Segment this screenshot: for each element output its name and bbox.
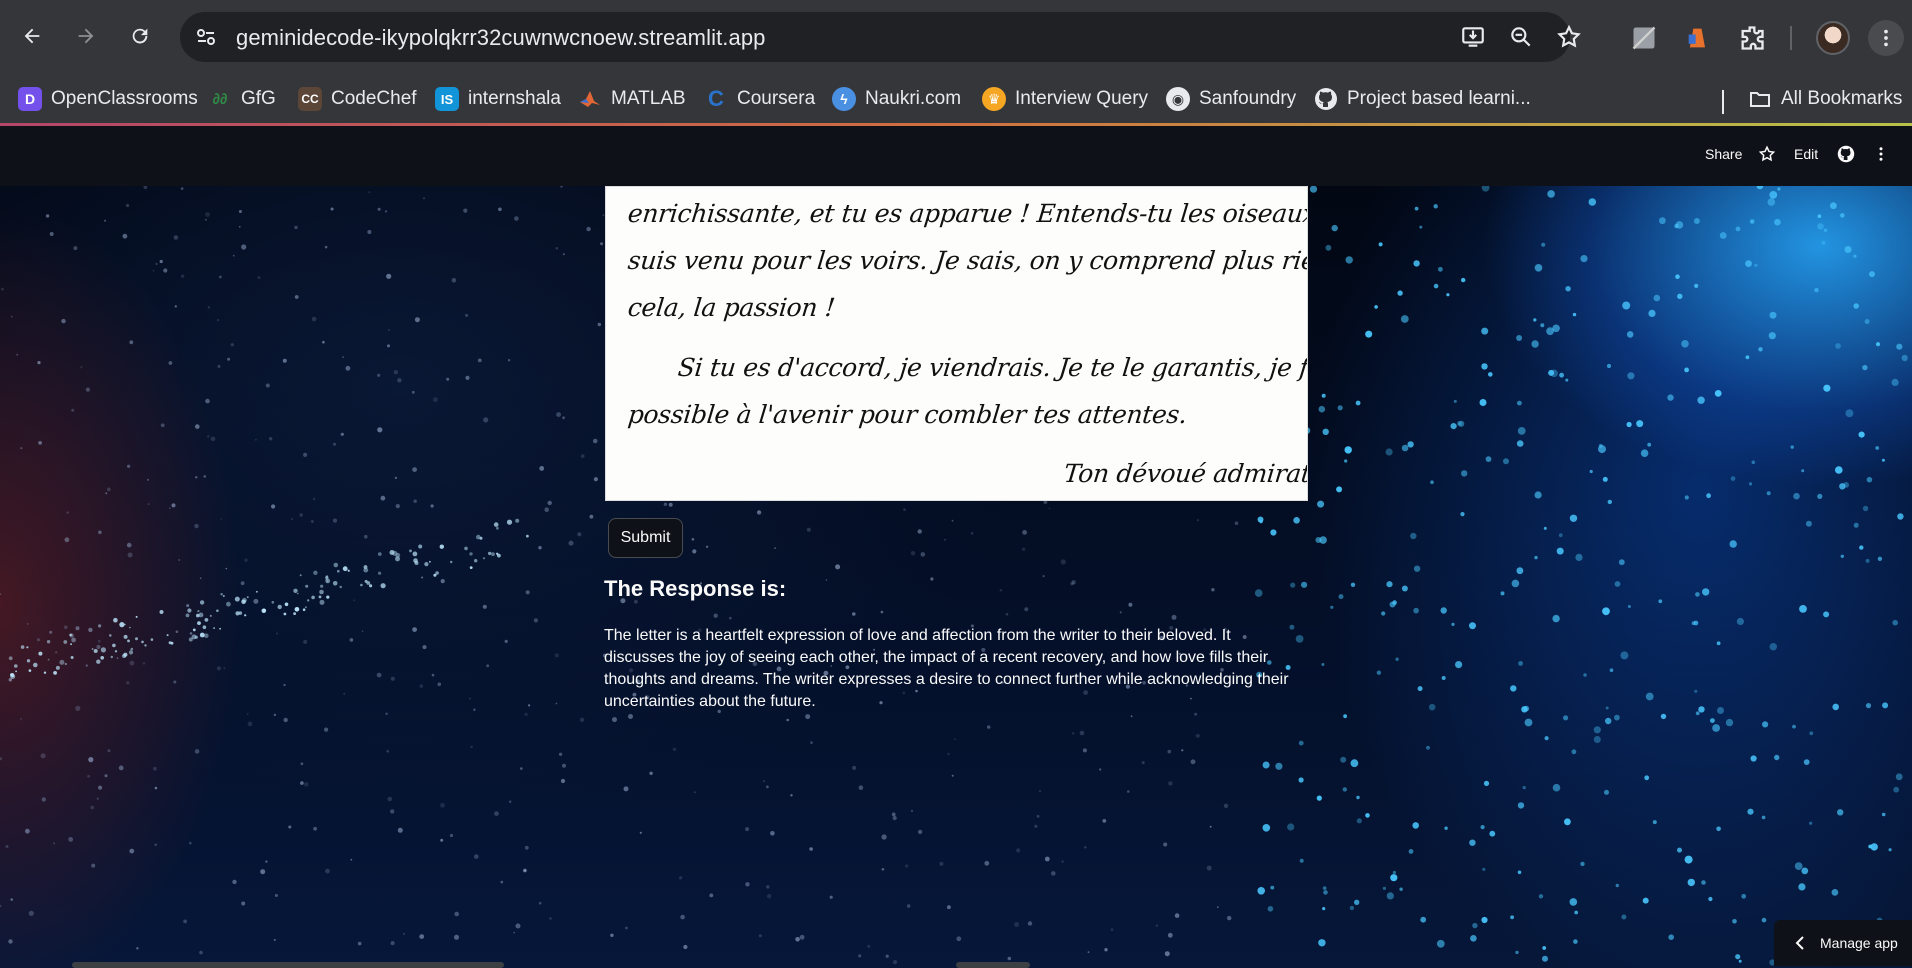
address-bar[interactable]: geminidecode-ikypolqkrr32cuwnwcnoew.stre…: [180, 12, 1581, 62]
back-button[interactable]: [14, 18, 50, 54]
star-icon[interactable]: [1758, 145, 1776, 163]
browser-toolbar: geminidecode-ikypolqkrr32cuwnwcnoew.stre…: [0, 0, 1912, 76]
submit-button[interactable]: Submit: [608, 518, 683, 558]
letter-line: possible à l'avenir pour combler tes att…: [626, 400, 1189, 429]
coursera-icon: C: [708, 86, 724, 111]
internshala-icon: IS: [435, 87, 459, 111]
arrow-left-icon: [24, 28, 40, 44]
bookmark-openclassrooms[interactable]: D OpenClassrooms: [18, 84, 198, 114]
install-app-icon[interactable]: [1460, 24, 1486, 50]
uploaded-letter-image: enrichissante, et tu es apparue ! Entend…: [605, 186, 1308, 501]
bookmark-label: Coursera: [737, 88, 816, 109]
bookmark-star-icon[interactable]: [1556, 24, 1582, 50]
site-info-icon[interactable]: [194, 25, 218, 49]
forward-button[interactable]: [68, 18, 104, 54]
bookmark-coursera[interactable]: C Coursera: [704, 84, 815, 114]
all-bookmarks-button[interactable]: All Bookmarks: [1748, 84, 1902, 114]
bookmarks-bar: D OpenClassrooms ∂∂ GfG CC CodeChef IS i…: [0, 76, 1912, 124]
bookmark-label: Project based learni...: [1347, 88, 1531, 109]
zoom-icon[interactable]: [1508, 24, 1534, 50]
reload-icon: [132, 28, 148, 44]
codechef-icon: CC: [298, 87, 322, 111]
bookmark-label: Naukri.com: [865, 88, 962, 109]
horizontal-scrollbar-thumb[interactable]: [956, 962, 1030, 968]
all-bookmarks-label: All Bookmarks: [1781, 88, 1903, 109]
bookmark-label: GfG: [241, 88, 276, 109]
extension-grey-icon[interactable]: [1630, 24, 1658, 52]
gfg-icon: ∂∂: [212, 90, 228, 108]
bookmark-naukri[interactable]: ϟ Naukri.com: [832, 84, 961, 114]
bookmarks-divider: [1722, 90, 1724, 114]
bookmark-codechef[interactable]: CC CodeChef: [298, 84, 417, 114]
edit-button[interactable]: Edit: [1794, 146, 1818, 162]
bookmark-matlab[interactable]: MATLAB: [578, 84, 686, 114]
reload-button[interactable]: [122, 18, 158, 54]
app-menu-icon[interactable]: [1872, 145, 1890, 163]
github-icon[interactable]: [1837, 145, 1855, 163]
response-heading: The Response is:: [604, 576, 787, 601]
letter-signature: Ton dévoué admirateur...: [1062, 459, 1308, 488]
openclassrooms-icon: D: [18, 87, 42, 111]
arrow-right-icon: [78, 28, 94, 44]
matlab-icon: [580, 91, 600, 107]
bookmark-internshala[interactable]: IS internshala: [435, 84, 561, 114]
response-text: The letter is a heartfelt expression of …: [604, 627, 1289, 710]
streamlit-header: Share Edit: [0, 126, 1912, 186]
bookmark-label: Sanfoundry: [1199, 88, 1297, 109]
bookmark-label: MATLAB: [611, 88, 686, 109]
bookmark-sanfoundry[interactable]: ◉ Sanfoundry: [1166, 84, 1296, 114]
kebab-menu-icon: [1884, 29, 1888, 47]
profile-avatar[interactable]: [1816, 21, 1850, 55]
extensions-puzzle-icon[interactable]: [1738, 24, 1766, 52]
url-text[interactable]: geminidecode-ikypolqkrr32cuwnwcnoew.stre…: [236, 25, 766, 51]
letter-line: suis venu pour les voirs. Je sais, on y …: [626, 246, 1308, 275]
browser-menu-button[interactable]: [1868, 20, 1904, 56]
interview-query-icon: ♛: [982, 87, 1006, 111]
bookmark-label: CodeChef: [331, 88, 417, 109]
share-button[interactable]: Share: [1705, 146, 1742, 162]
github-icon: [1315, 88, 1337, 110]
letter-line: enrichissante, et tu es apparue ! Entend…: [626, 199, 1308, 228]
horizontal-scrollbar[interactable]: [72, 962, 504, 968]
bookmark-gfg[interactable]: ∂∂ GfG: [208, 84, 276, 114]
bookmark-label: Interview Query: [1015, 88, 1149, 109]
bookmark-label: internshala: [468, 88, 561, 109]
extension-orange-icon[interactable]: [1684, 24, 1712, 52]
chevron-left-icon: [1795, 936, 1804, 950]
bookmark-project-based-learning[interactable]: Project based learni...: [1314, 84, 1531, 114]
bookmark-label: OpenClassrooms: [51, 88, 198, 109]
bookmark-interview-query[interactable]: ♛ Interview Query: [982, 84, 1148, 114]
manage-app-button[interactable]: Manage app: [1774, 920, 1912, 966]
sanfoundry-icon: ◉: [1166, 87, 1190, 111]
letter-line: cela, la passion !: [626, 293, 837, 322]
toolbar-divider: [1790, 26, 1792, 50]
naukri-icon: ϟ: [832, 87, 856, 111]
folder-icon: [1750, 92, 1770, 107]
manage-app-label: Manage app: [1820, 935, 1898, 951]
letter-line: Si tu es d'accord, je viendrais. Je te l…: [676, 353, 1308, 382]
